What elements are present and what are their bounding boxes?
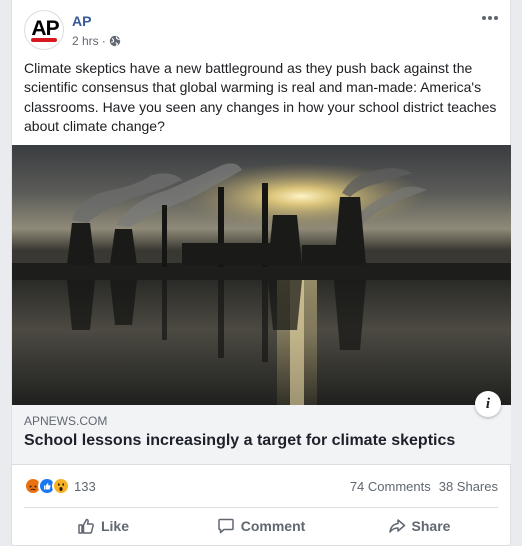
link-title[interactable]: School lessons increasingly a target for… [24, 432, 455, 450]
post-timestamp[interactable]: 2 hrs [72, 34, 99, 48]
like-icon [77, 517, 95, 535]
comments-count-link[interactable]: 74 Comments [350, 479, 431, 494]
post-header: AP AP 2 hrs · [24, 10, 498, 54]
meta-separator: · [101, 34, 106, 48]
share-button[interactable]: Share [340, 510, 498, 542]
wow-reaction-icon [52, 477, 70, 495]
page-name-link[interactable]: AP [72, 13, 91, 29]
comment-icon [217, 517, 235, 535]
globe-icon[interactable] [109, 35, 121, 47]
more-options-icon[interactable] [480, 10, 500, 26]
post-actions: Like Comment Share [24, 510, 498, 542]
like-label: Like [100, 518, 129, 534]
avatar-logo-bar [31, 38, 57, 42]
shares-count-link[interactable]: 38 Shares [439, 479, 498, 494]
comment-button[interactable]: Comment [182, 510, 340, 542]
link-domain: APNEWS.COM [24, 414, 108, 428]
reactions-summary[interactable]: 133 [24, 477, 96, 495]
post-card: AP AP 2 hrs · Climate skeptics have a ne… [11, 0, 511, 546]
avatar[interactable]: AP [24, 10, 64, 50]
engagement-counts: 74 Comments 38 Shares [350, 479, 498, 494]
link-preview[interactable]: APNEWS.COM School lessons increasingly a… [12, 391, 511, 465]
like-button[interactable]: Like [24, 510, 182, 542]
post-meta: 2 hrs · [72, 34, 121, 48]
post-text: Climate skeptics have a new battleground… [24, 60, 497, 134]
info-icon[interactable]: i [475, 391, 501, 417]
share-label: Share [411, 518, 451, 534]
share-icon [388, 517, 406, 535]
comment-label: Comment [240, 518, 306, 534]
reaction-count: 133 [74, 478, 96, 494]
post-stats: 133 74 Comments 38 Shares [24, 475, 498, 497]
actions-divider [24, 507, 498, 508]
post-photo[interactable] [12, 145, 511, 405]
